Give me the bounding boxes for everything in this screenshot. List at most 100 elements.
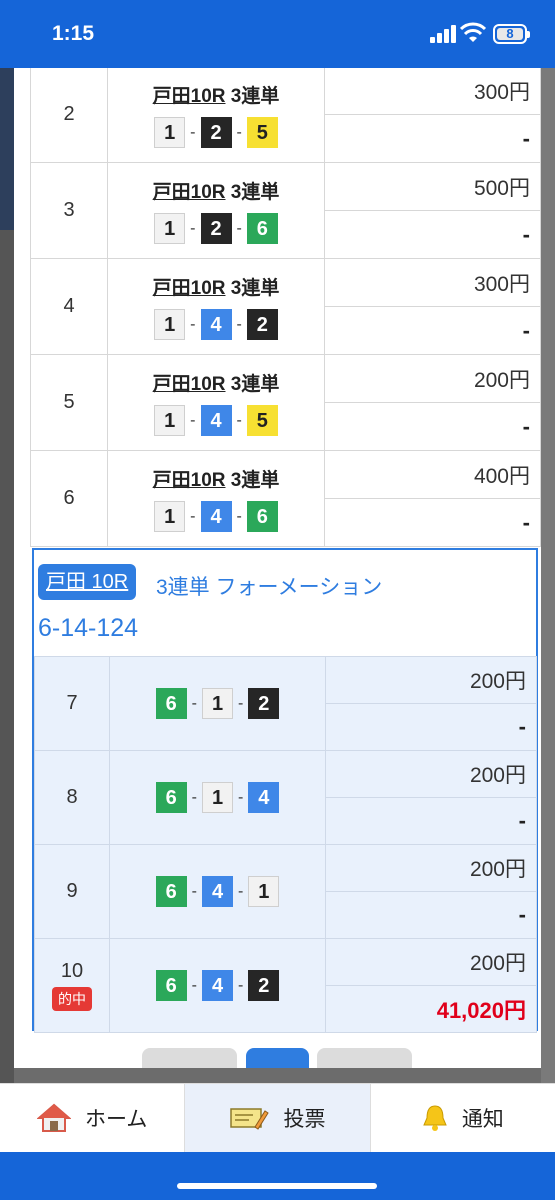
payout-amount: 41,020円 xyxy=(325,985,537,1033)
tab-home[interactable]: ホーム xyxy=(0,1084,184,1152)
race-link[interactable]: 戸田10R xyxy=(153,278,226,299)
boat-number-chip: 4 xyxy=(202,876,233,907)
table-row: 5 戸田10R 3連単 1-4-5 200円 xyxy=(30,354,541,451)
table-row: 7 6-1-2 200円 xyxy=(34,656,537,751)
bet-type: 3連単 xyxy=(230,86,280,107)
chip-separator: - xyxy=(191,694,197,712)
race-link[interactable]: 戸田10R xyxy=(153,374,226,395)
combination-chips: 6-4-1 xyxy=(155,876,280,907)
chip-separator: - xyxy=(238,976,244,994)
boat-number-chip: 6 xyxy=(155,970,187,1001)
bet-number-cell: 10 的中 xyxy=(34,938,110,1033)
home-indicator[interactable] xyxy=(177,1183,377,1189)
formation-table: 7 6-1-2 200円 -8 6-1-4 200円 -9 6-4-1 200円 -10 的中 6-4… xyxy=(34,656,537,1033)
boat-number-chip: 4 xyxy=(200,309,232,340)
chip-separator: - xyxy=(190,219,196,237)
chip-separator: - xyxy=(236,507,242,525)
race-label: 戸田10R 3連単 xyxy=(108,465,324,492)
bet-combination-cell: 戸田10R 3連単 1-2-5 xyxy=(107,68,325,163)
bet-number: 3 xyxy=(30,162,108,259)
chip-separator: - xyxy=(190,123,196,141)
bet-combination-cell: 戸田10R 3連単 1-2-6 xyxy=(107,162,325,259)
boat-number-chip: 1 xyxy=(202,688,233,719)
bet-amount: 200円 xyxy=(325,656,537,704)
payout-amount: - xyxy=(324,306,541,355)
bet-combination-cell: 戸田10R 3連単 1-4-5 xyxy=(107,354,325,451)
bet-number-cell: 7 xyxy=(34,656,110,751)
boat-number-chip: 4 xyxy=(248,782,280,813)
table-row: 2 戸田10R 3連単 1-2-5 300円 xyxy=(30,68,541,163)
tab-notify-label: 通知 xyxy=(461,1108,504,1131)
tab-vote[interactable]: 投票 xyxy=(184,1084,371,1152)
race-label: 戸田10R 3連単 xyxy=(108,369,324,396)
bet-table: 2 戸田10R 3連単 1-2-5 300円 -3 戸田10R 3連単 1-2-6 500円 -… xyxy=(30,68,541,547)
ticket-pen-icon xyxy=(230,1108,270,1130)
boat-number-chip: 6 xyxy=(155,876,187,907)
boat-number-chip: 1 xyxy=(154,501,186,532)
boat-number-chip: 1 xyxy=(248,876,280,907)
payout-amount: - xyxy=(324,210,541,259)
race-link[interactable]: 戸田10R xyxy=(153,86,226,107)
payout-amount: - xyxy=(325,797,537,845)
bet-amount: 200円 xyxy=(324,354,541,403)
status-time: 1:15 xyxy=(52,22,95,45)
bet-combination-cell: 戸田10R 3連単 1-4-6 xyxy=(107,450,325,547)
combination-chips: 1-4-6 xyxy=(154,501,278,532)
bet-amount: 300円 xyxy=(324,258,541,307)
boat-number-chip: 1 xyxy=(154,117,186,148)
bet-combination-cell: 6-1-4 xyxy=(109,750,326,845)
boat-number-chip: 4 xyxy=(200,405,232,436)
payout-amount: - xyxy=(324,498,541,547)
pager-prev-button[interactable] xyxy=(142,1048,237,1068)
bet-amount: 400円 xyxy=(324,450,541,499)
table-row: 10 的中 6-4-2 200円 xyxy=(34,938,537,1033)
tab-home-label: ホーム xyxy=(84,1108,148,1131)
combination-chips: 1-4-2 xyxy=(154,309,278,340)
combination-chips: 1-4-5 xyxy=(154,405,278,436)
chip-separator: - xyxy=(190,507,196,525)
formation-combination: 6-14-124 xyxy=(38,614,139,642)
bet-combination-cell: 6-4-2 xyxy=(109,938,326,1033)
bet-number-cell: 8 xyxy=(34,750,110,845)
chip-separator: - xyxy=(236,123,242,141)
boat-number-chip: 1 xyxy=(154,405,186,436)
combination-chips: 1-2-6 xyxy=(154,213,278,244)
formation-race-link[interactable]: 戸田 10R xyxy=(38,564,137,600)
table-row: 6 戸田10R 3連単 1-4-6 400円 xyxy=(30,450,541,547)
race-link[interactable]: 戸田10R xyxy=(153,182,226,203)
bet-detail-modal: 2 戸田10R 3連単 1-2-5 300円 -3 戸田10R 3連単 1-2-6 500円 -… xyxy=(14,68,541,1068)
boat-number-chip: 2 xyxy=(200,213,232,244)
bet-number: 5 xyxy=(30,354,108,451)
race-label: 戸田10R 3連単 xyxy=(108,273,324,300)
bet-number: 7 xyxy=(66,692,78,714)
bet-type: 3連単 xyxy=(230,374,280,395)
bet-combination-cell: 6-1-2 xyxy=(109,656,326,751)
chip-separator: - xyxy=(238,694,244,712)
race-link[interactable]: 戸田10R xyxy=(153,470,226,491)
bet-amount: 300円 xyxy=(324,68,541,115)
race-label: 戸田10R 3連単 xyxy=(108,177,324,204)
bet-number: 6 xyxy=(30,450,108,547)
bet-number-cell: 9 xyxy=(34,844,110,939)
formation-bet-type: 3連単 フォーメーション xyxy=(156,576,383,599)
bell-icon xyxy=(423,1105,447,1131)
boat-number-chip: 4 xyxy=(200,501,232,532)
chip-separator: - xyxy=(236,315,242,333)
tab-notify[interactable]: 通知 xyxy=(371,1084,555,1152)
payout-amount: - xyxy=(324,402,541,451)
table-row: 8 6-1-4 200円 xyxy=(34,750,537,845)
formation-header: 戸田 10R 3連単 フォーメーション 6-14-124 xyxy=(34,550,536,656)
boat-number-chip: 1 xyxy=(154,309,186,340)
bet-number: 8 xyxy=(66,786,78,808)
pager-next-button[interactable] xyxy=(317,1048,412,1068)
bet-amount: 200円 xyxy=(325,844,537,892)
table-row: 4 戸田10R 3連単 1-4-2 300円 xyxy=(30,258,541,355)
payout-amount: - xyxy=(324,114,541,163)
chip-separator: - xyxy=(191,882,197,900)
payout-amount: - xyxy=(325,891,537,939)
boat-number-chip: 2 xyxy=(248,688,280,719)
pager-current-button[interactable] xyxy=(246,1048,309,1068)
chip-separator: - xyxy=(191,976,197,994)
table-row: 3 戸田10R 3連単 1-2-6 500円 xyxy=(30,162,541,259)
boat-number-chip: 4 xyxy=(202,970,233,1001)
